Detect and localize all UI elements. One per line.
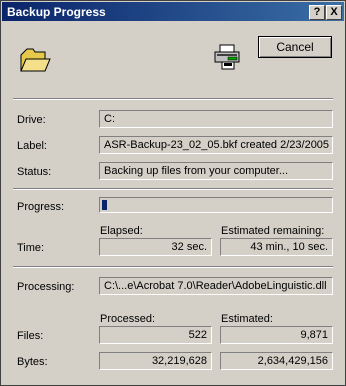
elapsed-time-field: 32 sec. bbox=[99, 238, 212, 256]
window-title: Backup Progress bbox=[7, 5, 106, 19]
files-estimated-field: 9,871 bbox=[220, 326, 333, 344]
backup-drive-icon bbox=[214, 44, 242, 73]
cancel-button[interactable]: Cancel bbox=[258, 36, 332, 58]
bytes-processed-field: 32,219,628 bbox=[99, 352, 212, 370]
remaining-time-field: 43 min., 10 sec. bbox=[220, 238, 333, 256]
separator bbox=[13, 98, 333, 100]
processing-label: Processing: bbox=[17, 281, 75, 293]
separator bbox=[13, 188, 333, 190]
bytes-label: Bytes: bbox=[17, 356, 48, 368]
cancel-button-label: Cancel bbox=[276, 40, 314, 54]
status-field: Backing up files from your computer... bbox=[99, 162, 333, 180]
elapsed-header: Elapsed: bbox=[100, 225, 143, 237]
status-label: Status: bbox=[17, 166, 52, 178]
help-button[interactable]: ? bbox=[309, 5, 325, 20]
estimated-header: Estimated: bbox=[221, 313, 273, 325]
drive-field: C: bbox=[99, 110, 333, 128]
backup-label-field: ASR-Backup-23_02_05.bkf created 2/23/200… bbox=[99, 136, 333, 154]
processing-field: C:\...e\Acrobat 7.0\Reader\AdobeLinguist… bbox=[99, 277, 333, 295]
close-button[interactable]: X bbox=[326, 5, 342, 20]
drive-label: Drive: bbox=[17, 114, 46, 126]
backup-progress-window: Backup Progress ? X Cancel Drive: C: Lab… bbox=[0, 0, 346, 386]
files-processed-field: 522 bbox=[99, 326, 212, 344]
files-label: Files: bbox=[17, 330, 44, 342]
remaining-header: Estimated remaining: bbox=[221, 225, 325, 237]
progress-bar-fill bbox=[102, 200, 107, 210]
title-bar: Backup Progress ? X bbox=[2, 2, 344, 21]
bytes-estimated-field: 2,634,429,156 bbox=[220, 352, 333, 370]
processed-header: Processed: bbox=[100, 313, 156, 325]
backup-label-label: Label: bbox=[17, 140, 47, 152]
separator bbox=[13, 266, 333, 268]
open-folder-icon bbox=[19, 45, 51, 78]
progress-bar bbox=[99, 197, 333, 213]
time-label: Time: bbox=[17, 242, 45, 254]
progress-label: Progress: bbox=[17, 201, 65, 213]
